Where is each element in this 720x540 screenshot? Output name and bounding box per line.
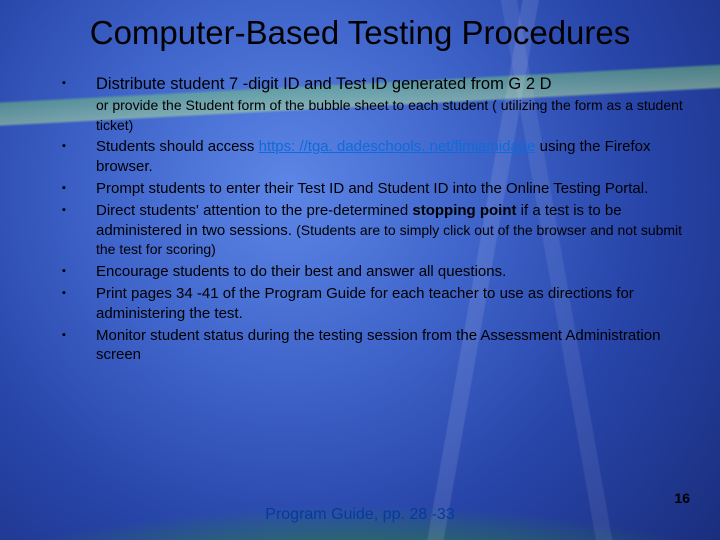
bullet-text: Distribute student 7 -digit ID and Test … xyxy=(96,75,552,93)
bullet-item: Prompt students to enter their Test ID a… xyxy=(62,179,686,199)
page-number: 16 xyxy=(674,490,690,506)
bullet-list: Distribute student 7 -digit ID and Test … xyxy=(62,74,686,365)
bullet-text: Students should access xyxy=(96,138,259,155)
access-url-link[interactable]: https: //tga. dadeschools. net/flmiamida… xyxy=(259,138,536,155)
bullet-text: Prompt students to enter their Test ID a… xyxy=(96,180,648,197)
bullet-item: Direct students' attention to the pre-de… xyxy=(62,201,686,260)
bullet-item: Print pages 34 -41 of the Program Guide … xyxy=(62,284,686,324)
bullet-text: Monitor student status during the testin… xyxy=(96,327,660,364)
footer-reference: Program Guide, pp. 28 -33 xyxy=(0,506,720,524)
slide-body: Distribute student 7 -digit ID and Test … xyxy=(62,74,686,367)
bullet-item: Distribute student 7 -digit ID and Test … xyxy=(62,74,686,135)
slide-title: Computer-Based Testing Procedures xyxy=(0,14,720,52)
bullet-text: Print pages 34 -41 of the Program Guide … xyxy=(96,285,634,322)
bullet-item: Students should access https: //tga. dad… xyxy=(62,137,686,177)
bullet-text: Direct students' attention to the pre-de… xyxy=(96,202,412,219)
slide: Computer-Based Testing Procedures Distri… xyxy=(0,0,720,540)
bullet-item: Encourage students to do their best and … xyxy=(62,262,686,282)
bullet-subtext: or provide the Student form of the bubbl… xyxy=(96,97,683,133)
bullet-bold: stopping point xyxy=(412,202,516,219)
bullet-item: Monitor student status during the testin… xyxy=(62,326,686,366)
bullet-text: Encourage students to do their best and … xyxy=(96,263,506,280)
